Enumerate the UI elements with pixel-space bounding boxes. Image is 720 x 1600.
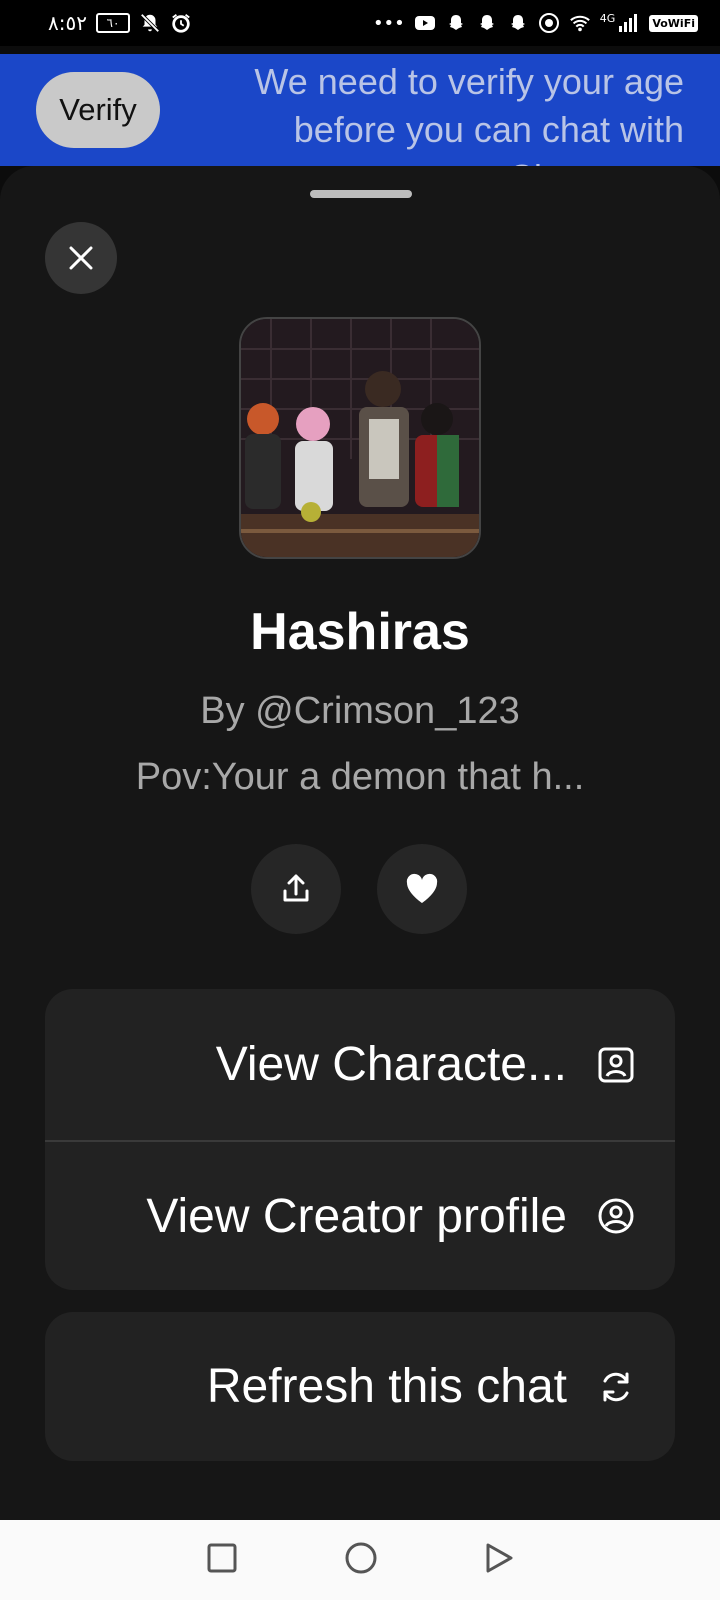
notifications-off-icon [139,12,161,34]
home-circle-icon[interactable] [344,1541,378,1579]
refresh-icon [595,1366,637,1408]
close-icon [69,246,93,270]
verify-button[interactable]: Verify [36,72,160,148]
character-sheet: Hashiras By @Crimson_123 Pov:Your a demo… [0,166,720,1520]
heart-icon [406,873,438,903]
character-name: Hashiras [250,603,470,661]
alarm-icon [170,12,192,34]
share-button[interactable] [251,844,341,934]
battery-icon: ٦٠ [95,13,130,33]
refresh-chat-item[interactable]: Refresh this chat [45,1312,675,1461]
character-description: Pov:Your a demon that h... [135,756,585,798]
recents-square-icon[interactable] [206,1542,238,1578]
status-left: ٨:٥٢ ٦٠ [48,11,192,35]
view-character-label: View Characte... [215,1038,567,1091]
options-card: View Characte... View Creator profile [45,989,675,1290]
view-creator-item[interactable]: View Creator profile [45,1140,675,1290]
youtube-icon [414,12,436,34]
snapchat-icon [507,12,529,34]
snapchat-icon [476,12,498,34]
refresh-card: Refresh this chat [45,1312,675,1461]
view-creator-label: View Creator profile [146,1189,567,1243]
age-verify-banner: Verify We need to verify your age before… [0,54,720,166]
battery-level: ٦٠ [106,16,120,30]
vowifi-badge: VoWiFi [649,14,698,32]
system-nav-bar [0,1520,720,1600]
wifi-icon [569,12,591,34]
snapchat-icon [445,12,467,34]
status-right: ••• 4G VoWiFi [373,12,698,34]
back-triangle-icon[interactable] [484,1542,514,1578]
screen-record-icon [538,12,560,34]
character-card-icon [595,1044,637,1086]
profile-circle-icon [595,1195,637,1237]
view-character-item[interactable]: View Characte... [45,989,675,1140]
status-bar: ٨:٥٢ ٦٠ ••• 4G VoWiFi [0,0,720,46]
signal-icon [618,12,640,34]
character-avatar [239,317,481,559]
refresh-chat-label: Refresh this chat [206,1360,567,1413]
like-button[interactable] [377,844,467,934]
verify-message: We need to verify your age before you ca… [254,61,684,166]
drag-handle[interactable] [310,190,412,198]
status-time: ٨:٥٢ [48,11,87,35]
creator-handle[interactable]: By @Crimson_123 [0,690,720,733]
more-dots-icon: ••• [372,12,405,34]
share-icon [283,874,309,902]
close-button[interactable] [45,222,117,294]
network-type: 4G [599,11,616,25]
